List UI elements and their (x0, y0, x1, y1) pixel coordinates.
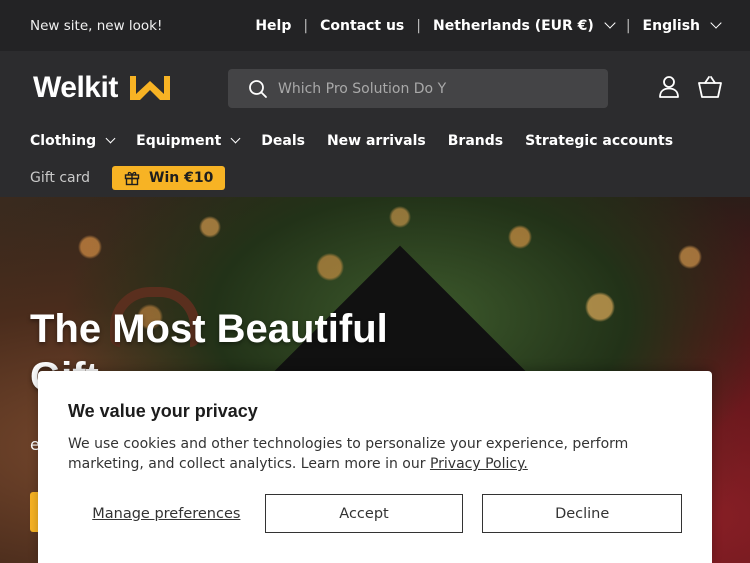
nav-item-deals[interactable]: Deals (261, 133, 305, 149)
search-bar[interactable] (228, 69, 608, 108)
accept-button[interactable]: Accept (264, 494, 464, 533)
top-links: Help | Contact us | Netherlands (EUR €) … (255, 16, 722, 34)
manage-preferences-link[interactable]: Manage preferences (68, 506, 265, 522)
nav-label: Clothing (30, 133, 97, 149)
language-label: English (642, 17, 700, 34)
account-icon[interactable] (658, 75, 680, 99)
chevron-down-icon (604, 16, 616, 29)
nav-item-equipment[interactable]: Equipment (136, 133, 241, 149)
logo-text: Welkit (33, 71, 118, 104)
separator: | (303, 17, 309, 34)
win-button[interactable]: Win €10 (112, 166, 226, 190)
win-label: Win €10 (149, 170, 214, 186)
nav-item-brands[interactable]: Brands (448, 133, 503, 149)
separator: | (416, 17, 421, 34)
nav-item-strategic-accounts[interactable]: Strategic accounts (525, 133, 673, 149)
decline-button[interactable]: Decline (482, 494, 683, 533)
chevron-down-icon (710, 16, 722, 29)
nav-item-new-arrivals[interactable]: New arrivals (327, 133, 426, 149)
nav-item-gift-card[interactable]: Gift card (30, 170, 90, 186)
chevron-down-icon (105, 133, 116, 143)
header-icons (658, 75, 722, 99)
secondary-nav: Gift card Win €10 (30, 166, 226, 190)
help-link[interactable]: Help (255, 18, 291, 34)
chevron-down-icon (230, 133, 241, 143)
language-selector[interactable]: English (642, 16, 722, 34)
gift-icon (124, 171, 140, 186)
search-icon (249, 79, 267, 98)
cookie-actions: Manage preferences Accept Decline (68, 494, 683, 533)
search-input[interactable] (278, 80, 578, 97)
nav-label: Equipment (136, 133, 222, 149)
top-bar: New site, new look! Help | Contact us | … (0, 0, 750, 51)
privacy-policy-link[interactable]: Privacy Policy. (430, 456, 528, 472)
separator: | (625, 17, 631, 34)
logo-mark-icon (129, 76, 170, 100)
logo[interactable]: Welkit (33, 71, 172, 105)
region-selector[interactable]: Netherlands (EUR €) (432, 16, 616, 34)
cookie-banner: We value your privacy We use cookies and… (38, 371, 712, 563)
cookie-title: We value your privacy (68, 401, 258, 421)
cookie-body-text: We use cookies and other technologies to… (68, 436, 629, 472)
cart-icon[interactable] (698, 75, 722, 99)
cookie-body: We use cookies and other technologies to… (68, 434, 668, 474)
contact-link[interactable]: Contact us (320, 18, 404, 34)
nav-item-clothing[interactable]: Clothing (30, 133, 116, 149)
hero-title-line1: The Most Beautiful (30, 307, 388, 351)
region-label: Netherlands (EUR €) (432, 17, 594, 34)
site-header: Welkit Clothing Equipment Deals New arri… (0, 51, 750, 197)
main-nav: Clothing Equipment Deals New arrivals Br… (30, 133, 673, 149)
promo-text: New site, new look! (30, 17, 163, 34)
